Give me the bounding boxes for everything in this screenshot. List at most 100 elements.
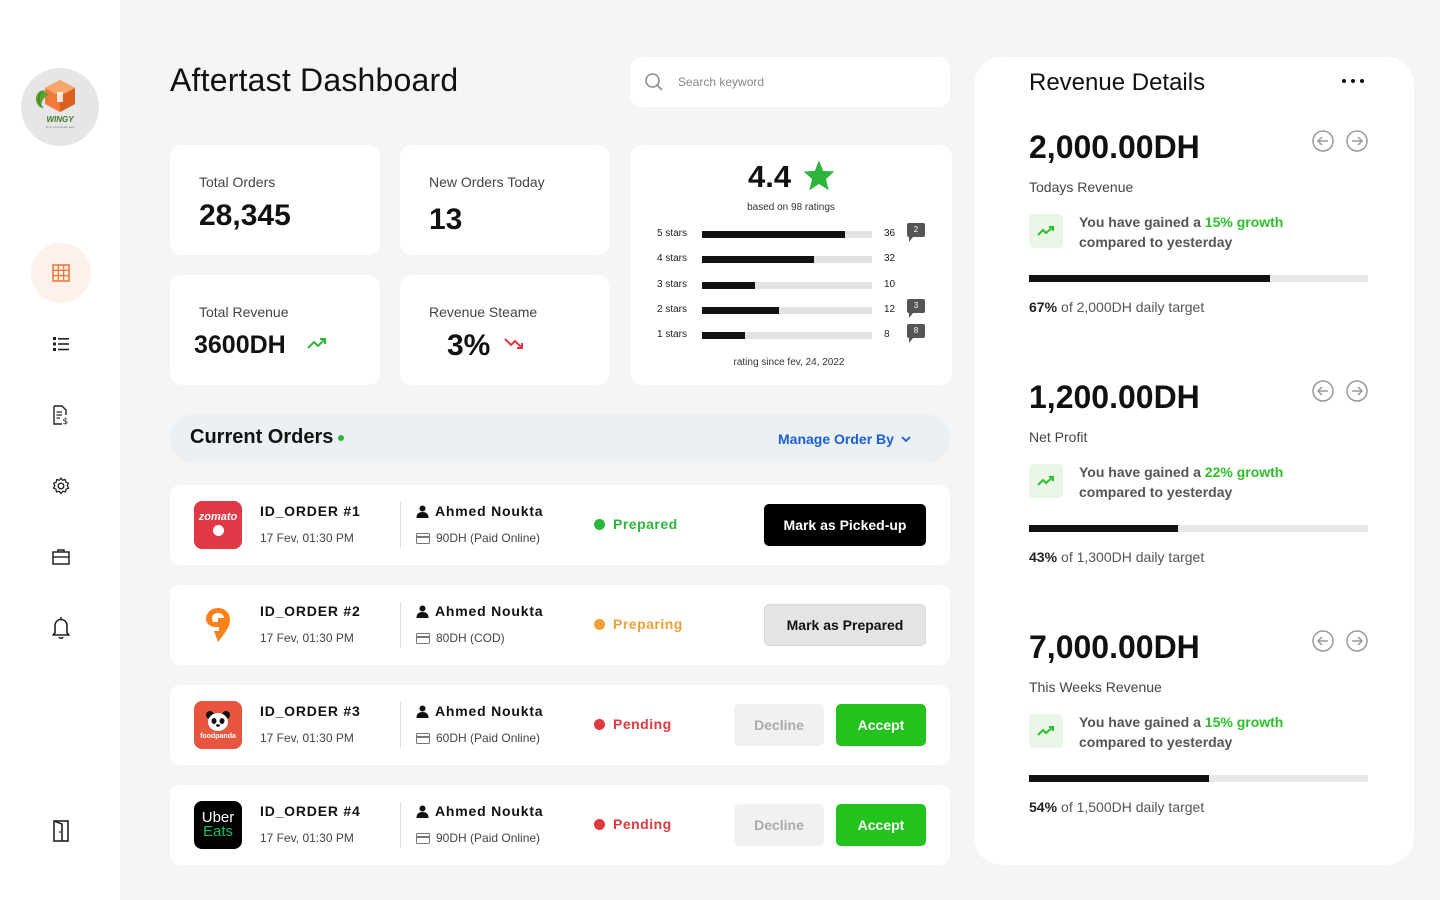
app-logo[interactable]: WINGY fly to your dream way — [21, 68, 99, 146]
briefcase-icon — [52, 549, 70, 565]
stat-label: Total Orders — [199, 174, 276, 190]
sidebar-item-notifications[interactable] — [31, 598, 91, 658]
brand-name: foodpanda — [200, 733, 236, 740]
growth-suffix: compared to yesterday — [1079, 234, 1233, 250]
manage-order-label: Manage Order By — [778, 431, 894, 447]
payment: 90DH (Paid Online) — [416, 831, 540, 845]
stat-value: 13 — [429, 203, 463, 236]
revenue-name: This Weeks Revenue — [1029, 679, 1162, 695]
comment-count-icon[interactable]: 3 — [907, 298, 925, 318]
arrow-left-icon[interactable] — [1311, 379, 1335, 403]
growth-prefix: You have gained a — [1079, 714, 1205, 730]
zomato-logo: zomato — [194, 501, 242, 549]
payment-info: 90DH (Paid Online) — [436, 531, 541, 545]
list-icon — [53, 337, 69, 351]
order-id: ID_ORDER #3 — [260, 703, 361, 719]
section-title: Current Orders — [190, 426, 334, 448]
target-label: of 1,500DH daily target — [1061, 799, 1205, 815]
door-icon — [53, 820, 69, 842]
comment-count-icon[interactable]: 8 — [907, 324, 925, 344]
rating-bar-fill — [702, 332, 745, 340]
rating-bar-fill — [702, 281, 755, 289]
user-icon — [416, 605, 429, 618]
manage-order-dropdown[interactable]: Manage Order By — [778, 431, 912, 447]
rating-bar-fill — [702, 306, 779, 314]
accept-button[interactable]: Accept — [836, 804, 926, 846]
sidebar-item-orders-list[interactable] — [31, 314, 91, 374]
rating-row-label: 4 stars — [657, 253, 688, 265]
order-row[interactable]: foodpanda ID_ORDER #3 17 Fev, 01:30 PM A… — [170, 685, 950, 765]
rating-bar — [702, 332, 872, 340]
revenue-navigation — [1311, 629, 1369, 653]
order-id: ID_ORDER #1 — [260, 503, 361, 519]
status-label: Preparing — [613, 616, 683, 632]
order-time: 17 Fev, 01:30 PM — [260, 631, 354, 645]
stat-label: Total Revenue — [199, 304, 289, 320]
invoice-icon: $ — [53, 405, 68, 426]
growth-text: You have gained a 15% growth compared to … — [1079, 712, 1283, 752]
growth-icon — [1037, 726, 1054, 736]
rating-row-count: 10 — [884, 278, 896, 290]
bell-icon — [52, 617, 70, 639]
arrow-right-icon[interactable] — [1345, 379, 1369, 403]
rating-bar-fill — [702, 231, 845, 238]
logo-text: WINGY — [46, 115, 74, 124]
swiggy-logo — [194, 601, 242, 649]
order-row[interactable]: ID_ORDER #2 17 Fev, 01:30 PM Ahmed Noukt… — [170, 585, 950, 665]
arrow-right-icon[interactable] — [1345, 129, 1369, 153]
arrow-right-icon[interactable] — [1345, 629, 1369, 653]
customer-name: Ahmed Noukta — [435, 703, 544, 719]
growth-badge — [1029, 714, 1063, 748]
sidebar-item-dashboard[interactable] — [31, 243, 91, 303]
customer: Ahmed Noukta — [416, 603, 543, 619]
customer: Ahmed Noukta — [416, 703, 543, 719]
sidebar-item-settings[interactable] — [31, 456, 91, 516]
target-text: 54% of 1,500DH daily target — [1029, 799, 1204, 815]
stat-label: New Orders Today — [429, 174, 545, 190]
decline-button[interactable]: Decline — [734, 704, 824, 746]
decline-button[interactable]: Decline — [734, 804, 824, 846]
revenue-amount: 2,000.00DH — [1029, 129, 1200, 165]
arrow-left-icon[interactable] — [1311, 129, 1335, 153]
trend-down-icon — [504, 338, 523, 349]
status-dot — [594, 818, 605, 830]
arrow-left-icon[interactable] — [1311, 629, 1335, 653]
rating-row: 2 stars 12 3 — [657, 298, 937, 318]
search-input[interactable] — [678, 75, 918, 89]
order-row[interactable]: zomato ID_ORDER #1 17 Fev, 01:30 PM Ahme… — [170, 485, 950, 565]
status-badge: Preparing — [594, 616, 683, 632]
accept-button[interactable]: Accept — [836, 704, 926, 746]
order-time: 17 Fev, 01:30 PM — [260, 731, 354, 745]
mark-picked-up-button[interactable]: Mark as Picked-up — [764, 504, 926, 546]
growth-suffix: compared to yesterday — [1079, 734, 1233, 750]
rating-bar — [702, 306, 872, 314]
comment-count-icon[interactable]: 2 — [907, 223, 925, 242]
revenue-stream-card: Revenue Steame 3% — [400, 275, 610, 385]
payment: 80DH (COD) — [416, 631, 505, 645]
payment-info: 90DH (Paid Online) — [436, 831, 541, 845]
customer-name: Ahmed Noukta — [435, 803, 544, 819]
order-time: 17 Fev, 01:30 PM — [260, 531, 354, 545]
divider — [400, 502, 401, 548]
sidebar-item-inventory[interactable] — [31, 527, 91, 587]
mark-prepared-button[interactable]: Mark as Prepared — [764, 604, 926, 646]
target-progress-bar — [1029, 525, 1368, 532]
rating-bar-fill — [702, 256, 815, 264]
rating-row-count: 36 — [884, 228, 896, 239]
search-bar — [630, 57, 950, 107]
rating-bar — [702, 256, 872, 264]
target-progress-fill — [1029, 275, 1270, 282]
user-icon — [416, 805, 429, 818]
revenue-navigation — [1311, 129, 1369, 153]
revenue-navigation — [1311, 379, 1369, 403]
logout-button[interactable] — [31, 801, 91, 861]
credit-card-icon — [416, 632, 430, 644]
order-row[interactable]: Uber Eats ID_ORDER #4 17 Fev, 01:30 PM Ah… — [170, 785, 950, 865]
live-indicator — [338, 435, 344, 441]
more-options-icon[interactable] — [1342, 79, 1370, 85]
payment-info: 60DH (Paid Online) — [436, 731, 541, 745]
sidebar-item-invoices[interactable]: $ — [31, 385, 91, 445]
growth-prefix: You have gained a — [1079, 214, 1205, 230]
target-label: of 1,300DH daily target — [1061, 549, 1205, 565]
divider — [400, 802, 401, 848]
